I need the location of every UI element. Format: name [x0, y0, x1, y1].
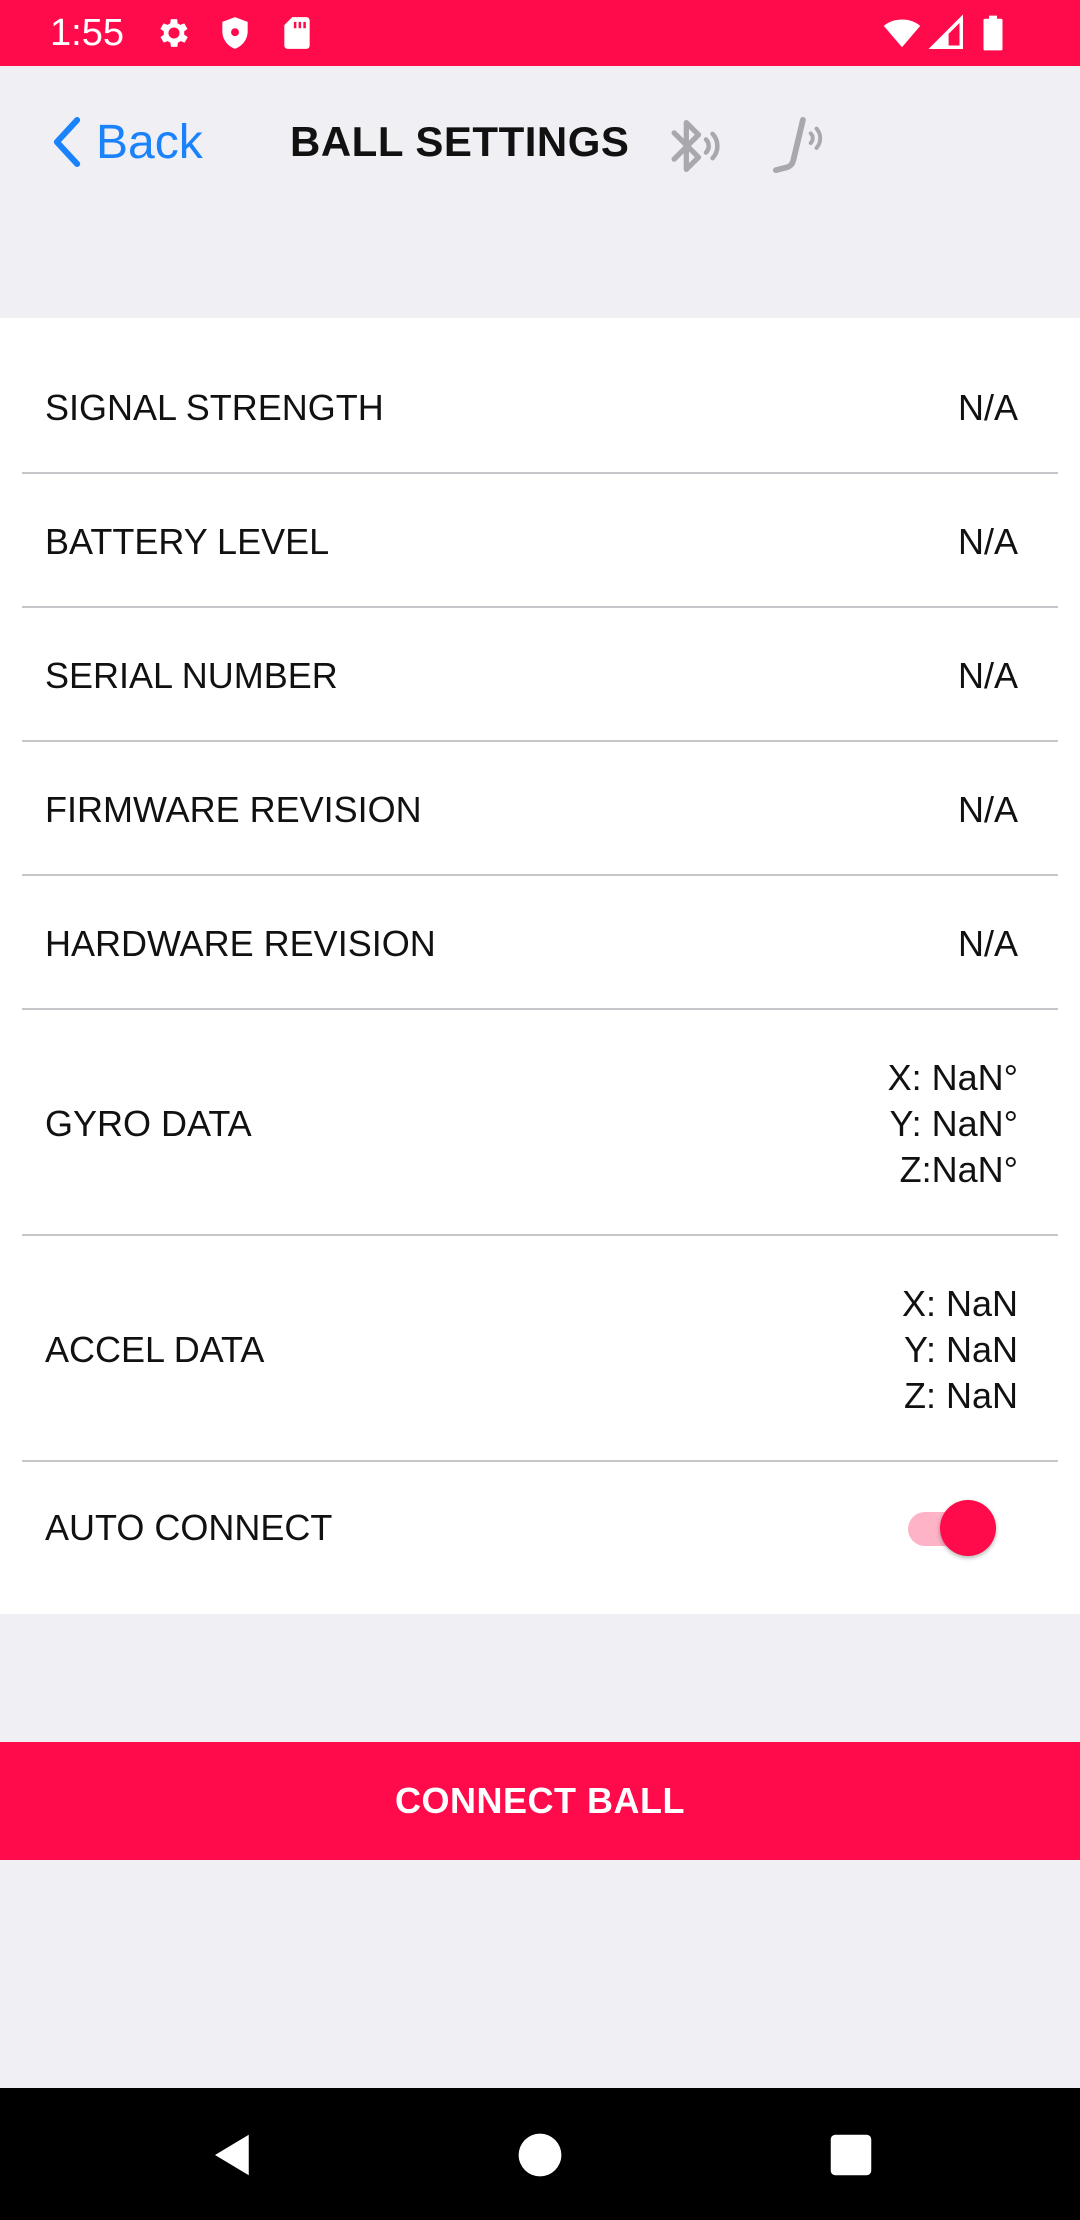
bluetooth-icon[interactable]	[662, 116, 720, 176]
status-bar: 1:55	[0, 0, 1080, 66]
toggle-thumb	[940, 1500, 996, 1556]
signal-strength-row: SIGNAL STRENGTH N/A	[22, 318, 1058, 474]
navigation-bar	[0, 2088, 1080, 2220]
header: Back BALL SETTINGS	[0, 66, 1080, 318]
gyro-x-value: X: NaN°	[887, 1057, 1018, 1098]
ball-settings-list: SIGNAL STRENGTH N/A BATTERY LEVEL N/A SE…	[0, 318, 1080, 1614]
back-label: Back	[96, 115, 203, 169]
status-time: 1:55	[50, 12, 124, 54]
auto-connect-toggle[interactable]	[908, 1498, 996, 1558]
gyro-data-values: X: NaN° Y: NaN° Z:NaN°	[888, 1055, 1018, 1193]
cell-signal-icon	[928, 14, 966, 52]
accel-z-value: Z: NaN	[903, 1375, 1018, 1416]
signal-strength-value: N/A	[957, 387, 1018, 428]
gyro-data-row: GYRO DATA X: NaN° Y: NaN° Z:NaN°	[22, 1010, 1058, 1236]
signal-strength-label: SIGNAL STRENGTH	[45, 387, 384, 428]
serial-number-value: N/A	[957, 655, 1018, 696]
battery-level-row: BATTERY LEVEL N/A	[22, 474, 1058, 608]
back-triangle-icon[interactable]	[206, 2128, 260, 2182]
accel-data-values: X: NaN Y: NaN Z: NaN	[902, 1281, 1018, 1419]
gear-icon	[155, 14, 193, 52]
battery-icon	[978, 14, 1008, 52]
gyro-z-value: Z:NaN°	[899, 1149, 1018, 1190]
connect-ball-button[interactable]: CONNECT BALL	[0, 1742, 1080, 1860]
battery-level-label: BATTERY LEVEL	[45, 521, 330, 562]
wifi-icon	[880, 14, 924, 52]
gyro-data-label: GYRO DATA	[45, 1103, 252, 1144]
firmware-revision-label: FIRMWARE REVISION	[45, 789, 422, 830]
hardware-revision-label: HARDWARE REVISION	[45, 923, 436, 964]
accel-data-row: ACCEL DATA X: NaN Y: NaN Z: NaN	[22, 1236, 1058, 1462]
firmware-revision-row: FIRMWARE REVISION N/A	[22, 742, 1058, 876]
hardware-revision-value: N/A	[957, 923, 1018, 964]
serial-number-label: SERIAL NUMBER	[45, 655, 338, 696]
battery-level-value: N/A	[957, 521, 1018, 562]
serial-number-row: SERIAL NUMBER N/A	[22, 608, 1058, 742]
recents-square-icon[interactable]	[824, 2128, 878, 2182]
sd-card-icon	[278, 14, 316, 52]
accel-data-label: ACCEL DATA	[45, 1329, 265, 1370]
stick-sensor-icon[interactable]	[770, 112, 832, 178]
back-button[interactable]: Back	[50, 110, 203, 174]
accel-x-value: X: NaN	[901, 1283, 1018, 1324]
hardware-revision-row: HARDWARE REVISION N/A	[22, 876, 1058, 1010]
accel-y-value: Y: NaN	[903, 1329, 1018, 1370]
auto-connect-label: AUTO CONNECT	[45, 1507, 333, 1548]
gyro-y-value: Y: NaN°	[889, 1103, 1018, 1144]
auto-connect-row: AUTO CONNECT	[22, 1462, 1058, 1614]
page-title: BALL SETTINGS	[290, 118, 630, 165]
shield-icon	[216, 14, 254, 52]
chevron-left-icon	[50, 115, 84, 169]
home-circle-icon[interactable]	[513, 2128, 567, 2182]
firmware-revision-value: N/A	[957, 789, 1018, 830]
